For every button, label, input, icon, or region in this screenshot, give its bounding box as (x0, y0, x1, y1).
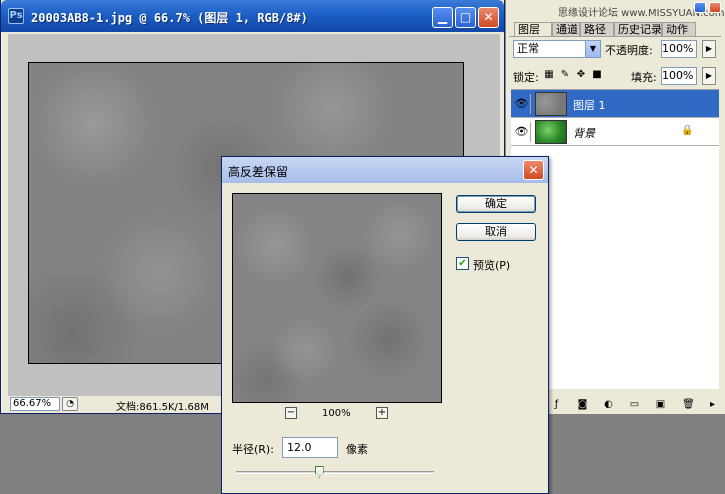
lock-position-icon[interactable]: ✥ (575, 69, 587, 81)
maximize-button[interactable]: □ (455, 7, 476, 28)
radius-label: 半径(R): (232, 443, 274, 456)
zoom-in-button[interactable]: + (376, 407, 388, 419)
fill-field[interactable]: 100% (661, 67, 697, 85)
high-pass-dialog: 高反差保留 ✕ − 100% + 确定 取消 ✔ 预览(P) 半径(R): 12… (221, 156, 549, 494)
fill-flyout-icon[interactable]: ▶ (702, 67, 716, 85)
panel-minimize-button[interactable] (694, 2, 706, 13)
minimize-button[interactable]: ▁ (432, 7, 453, 28)
preview-label[interactable]: 预览(P) (473, 257, 510, 273)
layer-name[interactable]: 图层 1 (573, 97, 606, 113)
panel-close-button[interactable] (709, 2, 721, 13)
ok-button[interactable]: 确定 (456, 195, 536, 213)
status-menu-icon[interactable]: ◔ (62, 397, 78, 411)
zoom-out-button[interactable]: − (285, 407, 297, 419)
group-icon[interactable]: ▭ (628, 399, 641, 411)
panel-tabs: 图层 通道 路径 历史记录 动作 (510, 22, 722, 36)
document-titlebar[interactable]: Ps 20003AB8-1.jpg @ 66.7% (图层 1, RGB/8#)… (1, 0, 504, 32)
document-title: 20003AB8-1.jpg @ 66.7% (图层 1, RGB/8#) (31, 11, 308, 25)
radius-slider-thumb[interactable] (314, 466, 324, 478)
tab-history[interactable]: 历史记录 (614, 22, 662, 36)
radius-input[interactable]: 12.0 (282, 437, 338, 458)
lock-transparent-icon[interactable]: ▦ (543, 69, 555, 81)
dialog-close-button[interactable]: ✕ (523, 160, 544, 180)
opacity-flyout-icon[interactable]: ▶ (702, 40, 716, 58)
chevron-down-icon[interactable]: ▼ (585, 41, 600, 57)
preview-checkbox[interactable]: ✔ (456, 257, 469, 270)
layer-style-icon[interactable]: ƒ (550, 399, 563, 411)
document-info: 文档:861.5K/1.68M (116, 402, 209, 413)
layer-row[interactable]: 👁 背景 🔒 (511, 118, 719, 146)
close-button[interactable]: ✕ (478, 7, 499, 28)
layer-name[interactable]: 背景 (573, 125, 595, 141)
dialog-title: 高反差保留 (228, 165, 289, 179)
trash-icon[interactable]: 🗑 (682, 399, 695, 411)
layer-row[interactable]: 👁 图层 1 (511, 90, 719, 118)
scroll-icon[interactable]: ▸ (706, 399, 719, 411)
tab-layers[interactable]: 图层 (514, 22, 552, 36)
blend-mode-value: 正常 (517, 42, 539, 55)
panel-topbar: 思缘设计论坛 www.MISSYUAN.com (506, 0, 725, 22)
dialog-titlebar[interactable]: 高反差保留 ✕ (222, 157, 548, 183)
photoshop-icon: Ps (8, 8, 24, 24)
opacity-field[interactable]: 100% (661, 40, 697, 58)
layer-thumbnail[interactable] (535, 92, 567, 116)
blend-mode-select[interactable]: 正常 ▼ (513, 40, 601, 58)
zoom-field[interactable]: 66.67% (10, 397, 60, 411)
tab-actions[interactable]: 动作 (662, 22, 696, 36)
lock-all-icon[interactable]: ■ (591, 69, 603, 81)
opacity-label: 不透明度: (605, 44, 653, 57)
lock-label: 锁定: (513, 71, 539, 84)
layer-thumbnail[interactable] (535, 120, 567, 144)
cancel-button[interactable]: 取消 (456, 223, 536, 241)
preview-zoom-percent: 100% (322, 408, 351, 419)
lock-icon: 🔒 (681, 125, 694, 136)
eye-icon[interactable]: 👁 (513, 122, 531, 142)
tab-paths[interactable]: 路径 (580, 22, 614, 36)
adjustment-icon[interactable]: ◐ (602, 399, 615, 411)
unit-label: 像素 (346, 443, 368, 456)
mask-icon[interactable]: ◙ (576, 399, 589, 411)
lock-image-icon[interactable]: ✎ (559, 69, 571, 81)
eye-icon[interactable]: 👁 (513, 94, 531, 114)
new-layer-icon[interactable]: ▣ (654, 399, 667, 411)
tab-channels[interactable]: 通道 (552, 22, 580, 36)
filter-preview[interactable] (232, 193, 442, 403)
fill-label: 填充: (631, 71, 657, 84)
radius-slider-track[interactable] (236, 471, 434, 474)
